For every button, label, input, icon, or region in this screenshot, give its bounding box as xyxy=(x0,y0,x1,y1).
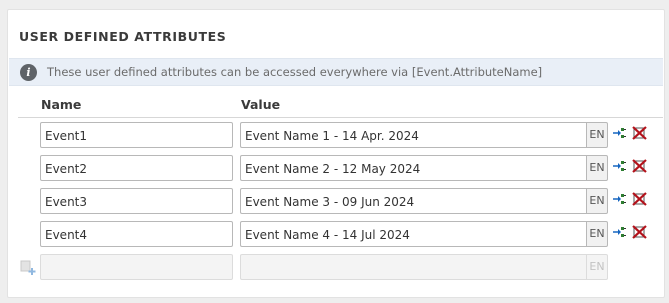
info-banner: i These user defined attributes can be a… xyxy=(9,58,663,86)
new-attribute-row: EN xyxy=(8,254,664,282)
language-button[interactable]: EN xyxy=(586,155,608,181)
section-title: USER DEFINED ATTRIBUTES xyxy=(19,29,227,44)
header-divider xyxy=(18,117,663,118)
link-attribute-icon[interactable] xyxy=(612,192,627,206)
attribute-value-input[interactable]: Event Name 3 - 09 Jun 2024 xyxy=(240,188,587,214)
new-attribute-name-input[interactable] xyxy=(40,254,233,280)
delete-attribute-icon[interactable] xyxy=(632,126,647,140)
link-attribute-icon[interactable] xyxy=(612,225,627,239)
attribute-name-input[interactable]: Event4 xyxy=(40,221,233,247)
attribute-row: Event3 Event Name 3 - 09 Jun 2024 EN xyxy=(8,188,664,216)
column-header-name: Name xyxy=(41,97,82,112)
new-attribute-value-input[interactable] xyxy=(240,254,587,280)
attribute-row: Event1 Event Name 1 - 14 Apr. 2024 EN xyxy=(8,122,664,150)
link-attribute-icon[interactable] xyxy=(612,159,627,173)
delete-attribute-icon[interactable] xyxy=(632,225,647,239)
link-attribute-icon[interactable] xyxy=(612,126,627,140)
language-button[interactable]: EN xyxy=(586,254,608,280)
language-button[interactable]: EN xyxy=(586,221,608,247)
delete-attribute-icon[interactable] xyxy=(632,159,647,173)
attribute-value-input[interactable]: Event Name 2 - 12 May 2024 xyxy=(240,155,587,181)
column-header-value: Value xyxy=(241,97,281,112)
delete-attribute-icon[interactable] xyxy=(632,192,647,206)
attribute-value-input[interactable]: Event Name 1 - 14 Apr. 2024 xyxy=(240,122,587,148)
attribute-row: Event2 Event Name 2 - 12 May 2024 EN xyxy=(8,155,664,183)
info-icon: i xyxy=(20,64,37,81)
language-button[interactable]: EN xyxy=(586,188,608,214)
add-attribute-icon[interactable] xyxy=(20,260,36,276)
attribute-row: Event4 Event Name 4 - 14 Jul 2024 EN xyxy=(8,221,664,249)
attribute-value-input[interactable]: Event Name 4 - 14 Jul 2024 xyxy=(240,221,587,247)
attribute-name-input[interactable]: Event2 xyxy=(40,155,233,181)
language-button[interactable]: EN xyxy=(586,122,608,148)
attribute-name-input[interactable]: Event3 xyxy=(40,188,233,214)
user-defined-attributes-panel: USER DEFINED ATTRIBUTES i These user def… xyxy=(7,9,665,298)
info-text: These user defined attributes can be acc… xyxy=(47,65,543,79)
attribute-name-input[interactable]: Event1 xyxy=(40,122,233,148)
